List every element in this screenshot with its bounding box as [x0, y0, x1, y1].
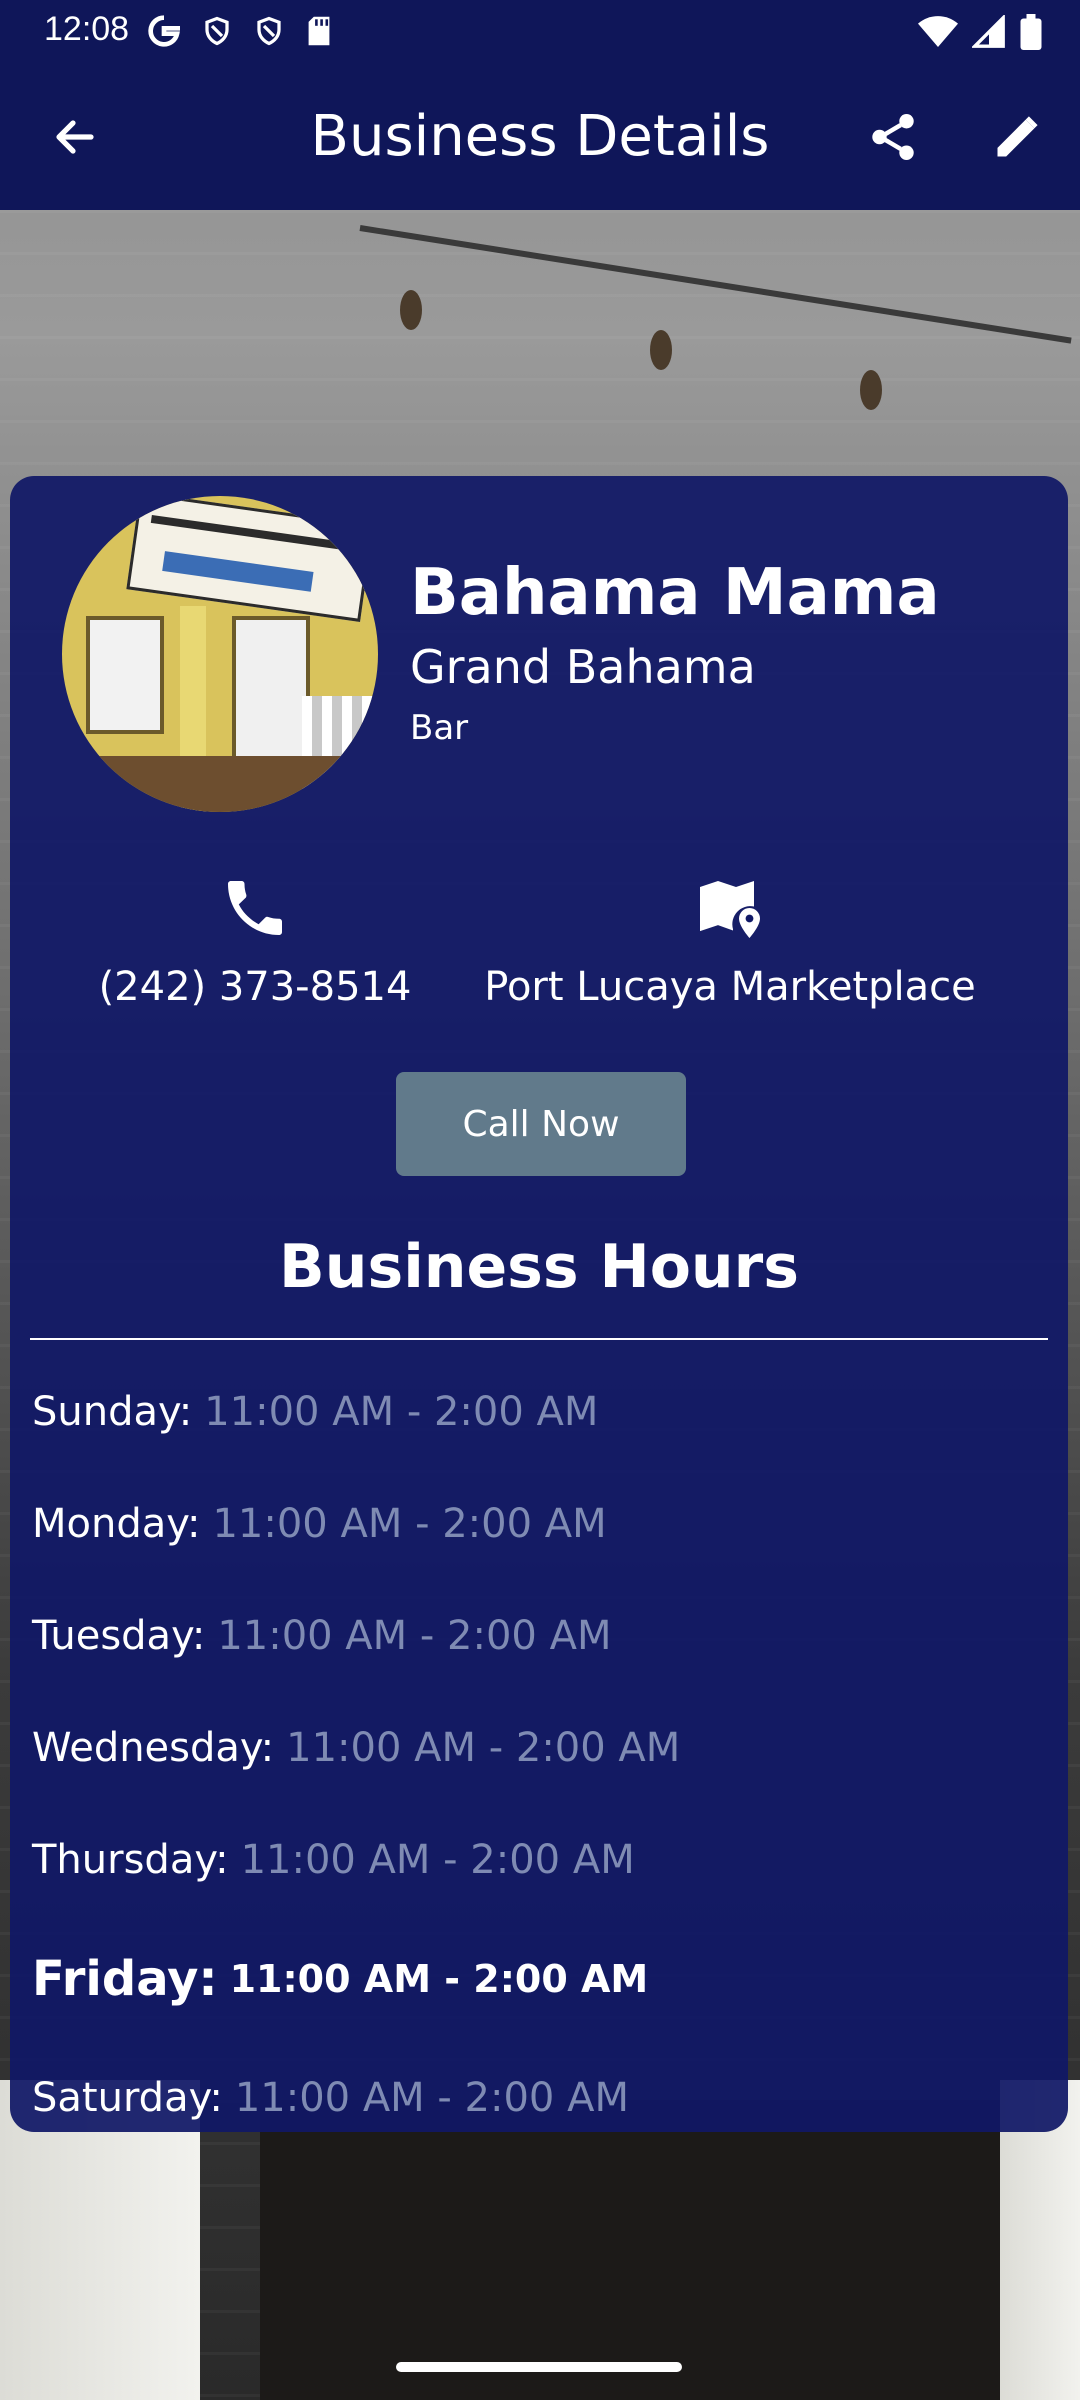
hours-row-thursday: Thursday: 11:00 AM - 2:00 AM	[32, 1804, 1042, 1916]
hours-day: Saturday:	[32, 2075, 223, 2121]
hours-row-wednesday: Wednesday: 11:00 AM - 2:00 AM	[32, 1692, 1042, 1804]
battery-icon	[1020, 14, 1042, 50]
business-details-screen: 12:08 Business Details Bahama Mama Grand…	[0, 0, 1080, 2400]
call-now-button[interactable]: Call Now	[396, 1072, 686, 1176]
business-hours-list: Sunday: 11:00 AM - 2:00 AM Monday: 11:00…	[32, 1356, 1042, 2154]
hours-time: 11:00 AM - 2:00 AM	[217, 1613, 612, 1659]
hours-row-friday-today: Friday: 11:00 AM - 2:00 AM	[32, 1916, 1042, 2042]
status-system-icons	[918, 14, 1042, 50]
app-bar: Business Details	[0, 64, 1080, 210]
background-bulb	[860, 370, 882, 410]
business-region: Grand Bahama	[410, 640, 756, 694]
hours-time: 11:00 AM - 2:00 AM	[229, 1957, 649, 2001]
hours-time: 11:00 AM - 2:00 AM	[212, 1501, 607, 1547]
hours-row-saturday: Saturday: 11:00 AM - 2:00 AM	[32, 2042, 1042, 2154]
photo-window	[86, 616, 164, 734]
photo-door	[232, 616, 310, 774]
google-icon	[148, 15, 180, 47]
hours-row-sunday: Sunday: 11:00 AM - 2:00 AM	[32, 1356, 1042, 1468]
phone-icon	[228, 881, 282, 935]
sd-card-icon	[308, 16, 330, 46]
hours-day: Monday:	[32, 1501, 201, 1547]
hours-day: Friday:	[32, 1951, 218, 2007]
location-name: Port Lucaya Marketplace	[484, 964, 976, 1010]
phone-number: (242) 373-8514	[98, 964, 412, 1010]
status-time: 12:08	[44, 10, 130, 48]
business-photo	[62, 496, 378, 812]
edit-button[interactable]	[984, 104, 1050, 170]
phone-contact[interactable]: (242) 373-8514	[80, 872, 430, 1010]
hours-day: Sunday:	[32, 1389, 193, 1435]
hours-time: 11:00 AM - 2:00 AM	[240, 1837, 635, 1883]
shield-icon	[205, 16, 229, 46]
photo-sign-banner	[162, 551, 314, 592]
share-button[interactable]	[860, 104, 926, 170]
hours-time: 11:00 AM - 2:00 AM	[204, 1389, 599, 1435]
business-category: Bar	[410, 708, 469, 748]
business-hours-title: Business Hours	[279, 1232, 799, 1302]
status-notification-icons	[148, 14, 332, 48]
hours-row-monday: Monday: 11:00 AM - 2:00 AM	[32, 1468, 1042, 1580]
status-bar: 12:08	[0, 0, 1080, 64]
shield-icon	[257, 16, 281, 46]
business-name: Bahama Mama	[410, 556, 940, 630]
hours-day: Wednesday:	[32, 1725, 275, 1771]
background-bulb	[400, 290, 422, 330]
share-icon	[872, 114, 914, 160]
hours-day: Tuesday:	[32, 1613, 206, 1659]
hours-divider	[30, 1338, 1048, 1340]
hours-day: Thursday:	[32, 1837, 229, 1883]
pencil-icon	[997, 116, 1038, 157]
business-card: Bahama Mama Grand Bahama Bar (242) 373-8…	[10, 476, 1068, 2132]
hours-time: 11:00 AM - 2:00 AM	[286, 1725, 681, 1771]
hours-time: 11:00 AM - 2:00 AM	[234, 2075, 629, 2121]
cellular-signal-icon	[972, 15, 1005, 48]
photo-floor	[62, 756, 378, 812]
photo-sign-band	[150, 514, 350, 551]
map-pin-icon	[700, 881, 760, 938]
wifi-icon	[918, 16, 958, 47]
location-contact[interactable]: Port Lucaya Marketplace	[450, 872, 1010, 1010]
home-indicator[interactable]	[396, 2362, 682, 2372]
background-bulb	[650, 330, 672, 370]
background-sign	[19, 250, 41, 425]
hours-row-tuesday: Tuesday: 11:00 AM - 2:00 AM	[32, 1580, 1042, 1692]
photo-sign	[126, 496, 374, 622]
background-wire	[359, 225, 1072, 344]
